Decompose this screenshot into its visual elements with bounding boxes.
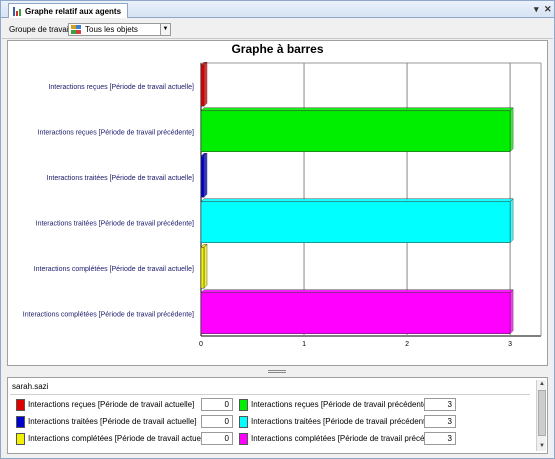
legend-label: Interactions reçues [Période de travail … <box>28 400 195 409</box>
bar-side <box>509 198 514 244</box>
category-label: Interactions traitées [Période de travai… <box>36 220 194 227</box>
x-tick-label: 2 <box>405 341 409 348</box>
group-icon <box>71 25 81 34</box>
legend-swatch <box>16 433 25 445</box>
pin-dropdown-icon[interactable]: ▾ <box>534 4 539 15</box>
legend-item: Interactions traitées [Période de travai… <box>239 415 458 429</box>
bar <box>200 247 205 289</box>
legend-value-field: 0 <box>201 415 233 428</box>
chart-icon <box>13 6 22 16</box>
agent-name: sarah.sazi <box>12 382 49 391</box>
group-select[interactable]: Tous les objets ▼ <box>68 23 171 36</box>
legend-label: Interactions complétées [Période de trav… <box>251 434 447 443</box>
chevron-down-icon[interactable]: ▼ <box>160 24 170 35</box>
bar <box>200 292 511 334</box>
bar <box>200 110 511 152</box>
legend-item: Interactions complétées [Période de trav… <box>239 432 458 446</box>
legend-value-field: 0 <box>201 432 233 445</box>
scroll-down-icon[interactable]: ▼ <box>537 442 547 451</box>
tab-bar: Graphe relatif aux agents ▾ ✕ <box>1 1 554 18</box>
legend-label: Interactions traitées [Période de travai… <box>251 417 432 426</box>
group-label: Groupe de travail: <box>9 25 73 34</box>
legend-item: Interactions complétées [Période de trav… <box>16 432 235 446</box>
legend-swatch <box>239 399 248 411</box>
category-label: Interactions complétées [Période de trav… <box>23 311 194 318</box>
legend-item: Interactions reçues [Période de travail … <box>239 398 458 412</box>
legend-panel: sarah.sazi Interactions reçues [Période … <box>7 377 548 454</box>
bar-side <box>203 243 208 289</box>
legend-label: Interactions reçues [Période de travail … <box>251 400 430 409</box>
legend-value-field: 3 <box>424 415 456 428</box>
tab-agent-graph[interactable]: Graphe relatif aux agents <box>8 3 129 18</box>
category-label: Interactions complétées [Période de trav… <box>34 266 194 273</box>
legend-label: Interactions complétées [Période de trav… <box>28 434 212 443</box>
bar-top <box>200 289 514 294</box>
bar-top <box>200 198 514 203</box>
x-tick-label: 0 <box>199 341 203 348</box>
bar-chart: 0 1 2 3 Interactions reçues [Période de trav… <box>23 61 542 348</box>
legend-swatch <box>239 433 248 445</box>
close-icon[interactable]: ✕ <box>544 4 552 15</box>
legend-swatch <box>16 416 25 428</box>
bar-side <box>203 61 208 107</box>
window: Graphe relatif aux agents ▾ ✕ Groupe de … <box>0 0 555 459</box>
chart-panel: Graphe à barres 0 1 2 3 Interactions reçues … <box>7 40 548 366</box>
divider <box>10 394 530 395</box>
legend-label: Interactions traitées [Période de travai… <box>28 417 197 426</box>
splitter-grip-icon[interactable] <box>268 370 286 373</box>
tab-title: Graphe relatif aux agents <box>25 6 122 16</box>
bar-side <box>509 107 514 153</box>
splitter[interactable] <box>7 368 548 375</box>
bar-side <box>509 289 514 335</box>
scroll-up-icon[interactable]: ▲ <box>537 380 547 389</box>
legend-item: Interactions reçues [Période de travail … <box>16 398 235 412</box>
category-label: Interactions traitées [Période de travai… <box>47 175 195 182</box>
legend-scrollbar[interactable]: ▲ ▼ <box>536 380 546 451</box>
legend-item: Interactions traitées [Période de travai… <box>16 415 235 429</box>
legend-swatch <box>16 399 25 411</box>
legend-value-field: 3 <box>424 432 456 445</box>
category-label: Interactions reçues [Période de travail … <box>38 129 194 136</box>
legend-swatch <box>239 416 248 428</box>
bar-top <box>200 107 514 112</box>
legend-value-field: 3 <box>424 398 456 411</box>
bar-side <box>203 152 208 198</box>
scrollbar-thumb[interactable] <box>538 390 546 436</box>
x-tick-label: 3 <box>508 341 512 348</box>
toolbar: Groupe de travail: Tous les objets ▼ <box>2 19 553 39</box>
legend-value-field: 0 <box>201 398 233 411</box>
x-tick-label: 1 <box>302 341 306 348</box>
bar <box>200 201 511 243</box>
category-label: Interactions reçues [Période de travail … <box>48 84 194 91</box>
group-select-value: Tous les objets <box>85 25 138 34</box>
bar <box>200 156 205 198</box>
bar <box>200 65 205 107</box>
